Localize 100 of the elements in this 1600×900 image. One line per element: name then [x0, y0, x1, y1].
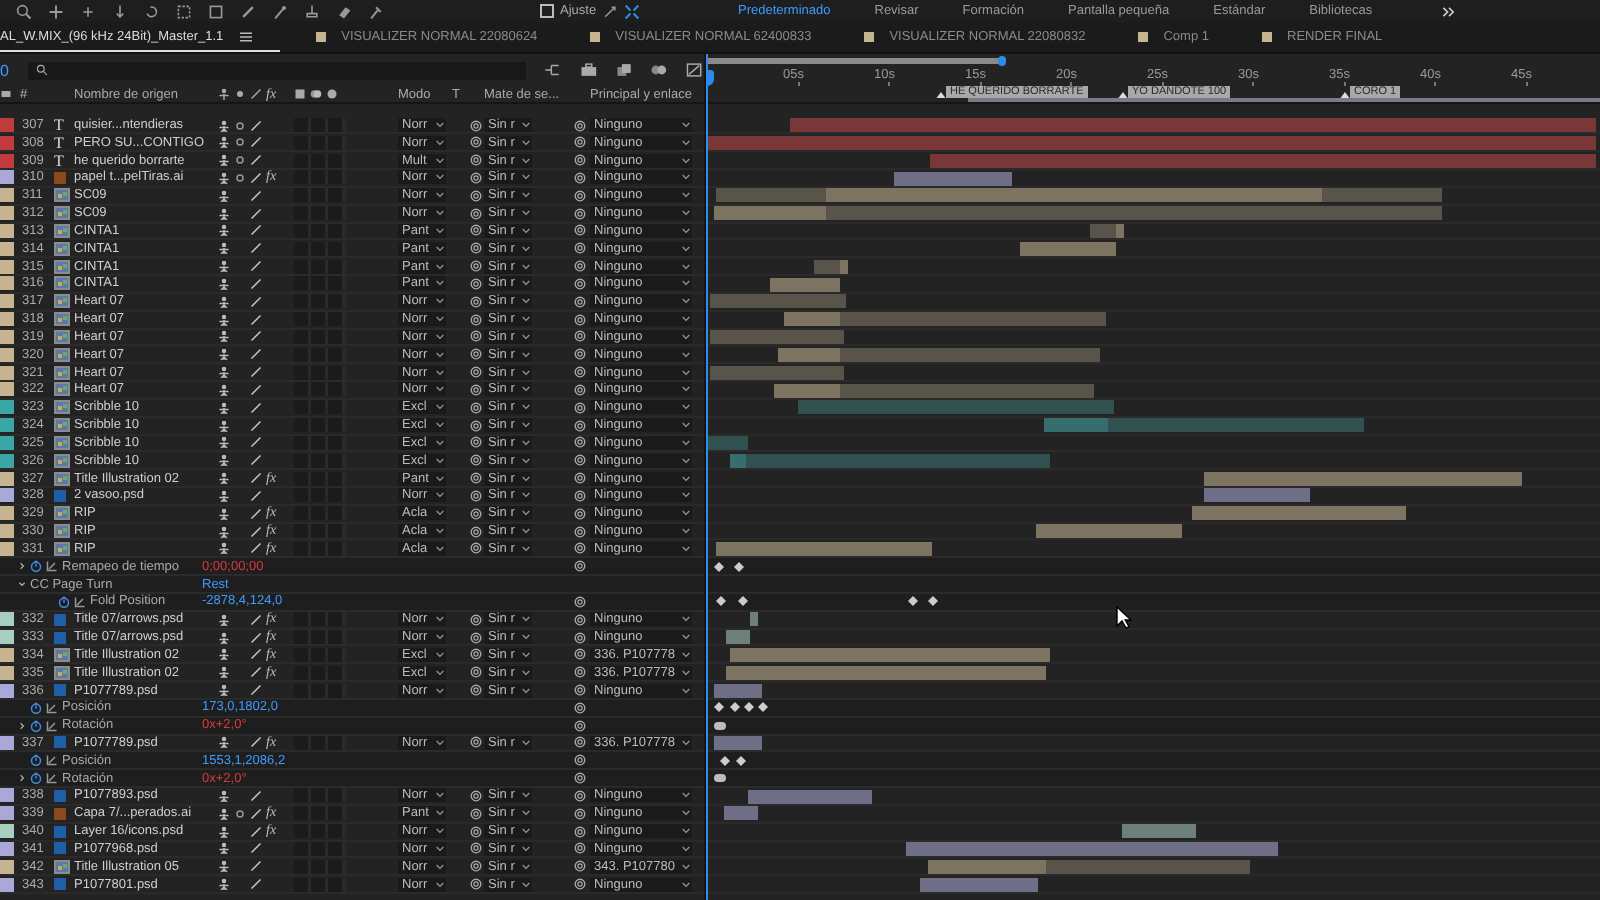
shy-icon[interactable]	[218, 454, 230, 467]
search-field[interactable]	[27, 61, 526, 79]
keyframe-icon[interactable]	[715, 596, 725, 607]
label-color-swatch[interactable]	[0, 294, 14, 309]
shy-icon[interactable]	[218, 436, 230, 449]
layer-bar[interactable]	[716, 541, 932, 556]
shy-icon[interactable]	[218, 295, 230, 308]
shy-icon[interactable]	[218, 348, 230, 361]
label-color-swatch[interactable]	[0, 788, 14, 803]
shy-icon[interactable]	[218, 401, 230, 414]
shy-icon[interactable]	[218, 684, 230, 696]
shy-icon[interactable]	[218, 171, 230, 184]
shy-icon[interactable]	[218, 207, 230, 220]
label-color-swatch[interactable]	[0, 453, 14, 468]
graph-icon[interactable]	[46, 754, 58, 767]
shy-icon[interactable]	[218, 472, 230, 485]
graph-icon[interactable]	[74, 595, 86, 608]
shy-icon[interactable]	[218, 119, 230, 131]
layer-bar[interactable]	[706, 436, 748, 450]
stopwatch-icon[interactable]	[30, 754, 42, 767]
layer-bar[interactable]	[716, 188, 1442, 203]
layer-bar[interactable]	[814, 259, 848, 274]
layer-bar[interactable]	[778, 347, 1100, 362]
shy-icon[interactable]	[218, 189, 230, 202]
layer-bar[interactable]	[748, 789, 872, 804]
expression-marker[interactable]	[714, 721, 726, 730]
shy-icon[interactable]	[218, 878, 230, 891]
briefcase-icon[interactable]	[579, 62, 598, 78]
label-color-swatch[interactable]	[0, 347, 14, 362]
pickwhip-icon[interactable]	[470, 736, 482, 749]
shy-icon[interactable]	[218, 842, 230, 855]
label-color-swatch[interactable]	[0, 683, 14, 697]
label-color-swatch[interactable]	[0, 859, 14, 874]
layer-bar[interactable]	[770, 277, 840, 292]
plus-icon[interactable]	[80, 3, 96, 19]
shy-icon[interactable]	[218, 419, 230, 432]
shy-icon[interactable]	[218, 860, 230, 873]
shy-icon[interactable]	[218, 666, 230, 679]
stopwatch-icon[interactable]	[30, 772, 42, 785]
label-color-swatch[interactable]	[0, 612, 14, 627]
layer-bar[interactable]	[1204, 471, 1522, 486]
shy-icon[interactable]	[218, 383, 230, 396]
label-color-swatch[interactable]	[0, 400, 14, 415]
shy-icon[interactable]	[218, 313, 230, 326]
shy-icon[interactable]	[218, 789, 230, 802]
shy-icon[interactable]	[218, 260, 230, 273]
shy-icon[interactable]	[218, 224, 230, 237]
label-color-swatch[interactable]	[0, 806, 14, 821]
label-color-swatch[interactable]	[0, 382, 14, 397]
rotate-icon[interactable]	[144, 3, 160, 19]
layer-bar[interactable]	[928, 859, 1250, 874]
label-color-swatch[interactable]	[0, 259, 14, 274]
label-color-swatch[interactable]	[0, 206, 14, 221]
shy-icon[interactable]	[218, 330, 230, 343]
dotted-square-icon[interactable]	[176, 3, 192, 19]
shy-icon[interactable]	[218, 525, 230, 538]
layer-bar[interactable]	[714, 206, 1442, 221]
layer-bar[interactable]	[1036, 524, 1182, 539]
shy-icon[interactable]	[218, 507, 230, 520]
label-color-swatch[interactable]	[0, 135, 14, 150]
graph-icon[interactable]	[46, 719, 58, 732]
shy-icon[interactable]	[218, 242, 230, 255]
double-chevron-icon[interactable]	[1442, 5, 1457, 17]
timecode[interactable]: 0	[0, 61, 12, 79]
shy-icon[interactable]	[218, 277, 230, 290]
label-color-swatch[interactable]	[0, 877, 14, 892]
layer-bar[interactable]	[1204, 488, 1310, 503]
shy-icon[interactable]	[218, 366, 230, 379]
label-color-swatch[interactable]	[0, 418, 14, 433]
shy-icon[interactable]	[218, 807, 230, 820]
shy-icon[interactable]	[218, 825, 230, 838]
stopwatch-icon[interactable]	[30, 701, 42, 714]
slash-icon[interactable]	[250, 736, 262, 749]
label-color-swatch[interactable]	[0, 824, 14, 839]
layer-bar[interactable]	[774, 383, 1094, 398]
label-color-swatch[interactable]	[0, 541, 14, 556]
move-icon[interactable]	[48, 3, 64, 19]
label-color-swatch[interactable]	[0, 524, 14, 539]
layer-bar[interactable]	[726, 665, 1046, 680]
layer-bar[interactable]	[724, 806, 758, 821]
layer-bar[interactable]	[1090, 224, 1124, 239]
label-color-swatch[interactable]	[0, 241, 14, 256]
menu-icon[interactable]	[239, 31, 252, 41]
stopwatch-icon[interactable]	[30, 560, 42, 573]
layer-bar[interactable]	[1192, 506, 1406, 521]
expand-icon[interactable]	[624, 3, 641, 19]
layer-bar[interactable]	[894, 171, 1012, 186]
blur-circles-icon[interactable]	[650, 62, 669, 78]
shy-icon[interactable]	[218, 736, 230, 749]
label-color-swatch[interactable]	[0, 665, 14, 680]
layer-bar[interactable]	[726, 630, 750, 645]
layer-bar[interactable]	[920, 877, 1038, 892]
layer-bar[interactable]	[730, 647, 1050, 662]
keyframe-icon[interactable]	[737, 596, 747, 607]
shy-icon[interactable]	[218, 489, 230, 502]
label-color-swatch[interactable]	[0, 365, 14, 380]
brush-icon[interactable]	[272, 3, 288, 19]
label-color-swatch[interactable]	[0, 188, 14, 203]
shy-icon[interactable]	[218, 631, 230, 644]
snap-icon[interactable]	[602, 3, 619, 19]
